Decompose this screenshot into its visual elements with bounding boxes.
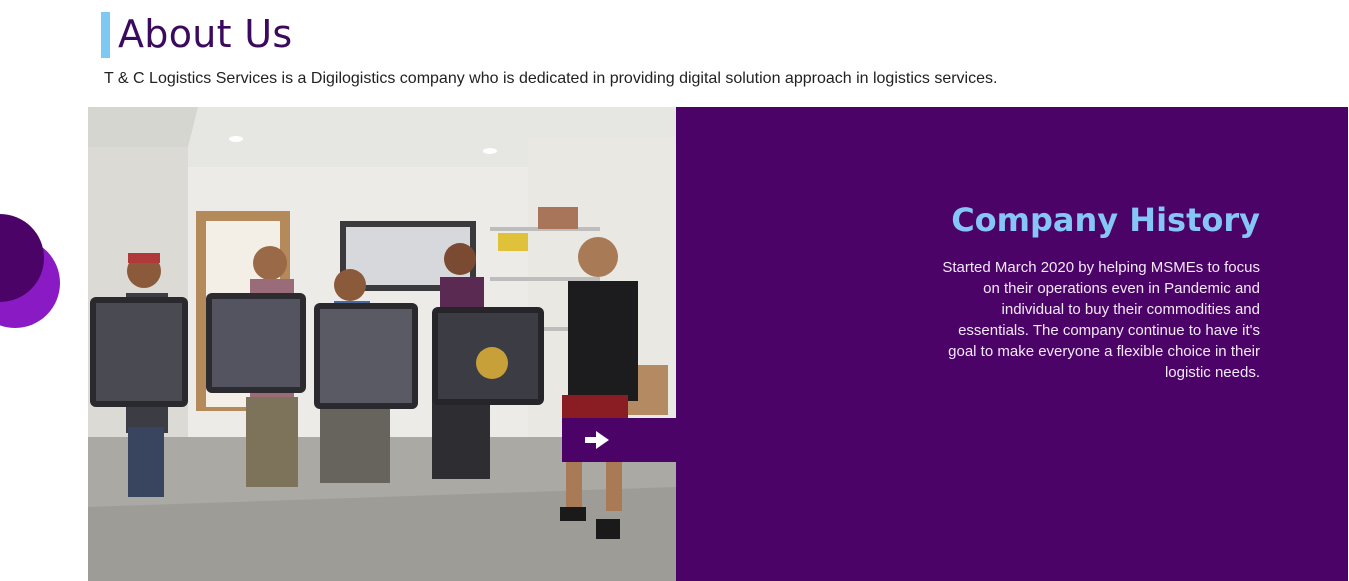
team-photo xyxy=(88,107,676,581)
arrow-right-icon xyxy=(585,431,609,449)
about-us-section: About Us T & C Logistics Services is a D… xyxy=(0,0,1349,581)
title-accent-bar xyxy=(101,12,110,58)
company-history-title: Company History xyxy=(951,201,1260,239)
team-photo-illustration xyxy=(88,107,676,581)
company-history-text: Started March 2020 by helping MSMEs to f… xyxy=(942,259,1260,381)
about-description: T & C Logistics Services is a Digilogist… xyxy=(104,70,998,87)
next-arrow-button[interactable] xyxy=(562,418,676,462)
page-title: About Us xyxy=(118,12,293,56)
